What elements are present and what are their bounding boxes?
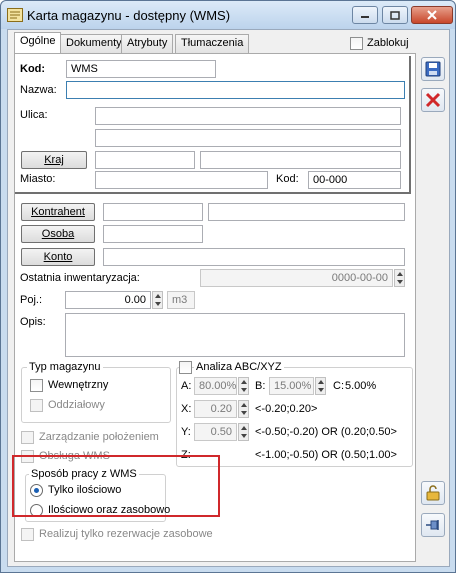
ulica-input-1[interactable] bbox=[95, 107, 401, 125]
zarzadzanie-label: Zarządzanie położeniem bbox=[39, 431, 159, 443]
kontrahent-button[interactable]: Kontrahent bbox=[21, 203, 95, 221]
abc-title: Analiza ABC/XYZ bbox=[194, 361, 284, 373]
abc-b-input[interactable]: 15.00% bbox=[269, 377, 314, 395]
abc-checkbox[interactable] bbox=[179, 361, 192, 374]
abc-x-input[interactable]: 0.20 bbox=[194, 400, 237, 418]
konto-button[interactable]: Konto bbox=[21, 248, 95, 266]
inwentaryzacja-label: Ostatnia inwentaryzacja: bbox=[20, 272, 140, 284]
close-button[interactable] bbox=[411, 6, 453, 24]
inwentaryzacja-input[interactable]: 0000-00-00 bbox=[200, 269, 393, 287]
window-title: Karta magazynu - dostępny (WMS) bbox=[27, 8, 231, 23]
abc-b-spinner[interactable] bbox=[315, 377, 326, 395]
kraj-code-input[interactable] bbox=[95, 151, 195, 169]
kod-pocztowy-label: Kod: bbox=[276, 173, 299, 185]
tab-atrybuty[interactable]: Atrybuty bbox=[121, 34, 174, 53]
lock-button[interactable] bbox=[421, 481, 445, 505]
poj-spinner[interactable] bbox=[152, 291, 163, 309]
kraj-name-input[interactable] bbox=[200, 151, 401, 169]
abc-x-range: <-0.20;0.20> bbox=[255, 403, 318, 415]
miasto-label: Miasto: bbox=[20, 173, 56, 185]
save-icon bbox=[425, 61, 441, 77]
abc-c-value: 5.00% bbox=[345, 380, 377, 392]
typ-magazynu-group: Typ magazynu Wewnętrzny Oddziałowy bbox=[21, 361, 171, 423]
abc-a-input[interactable]: 80.00% bbox=[194, 377, 237, 395]
maximize-button[interactable] bbox=[382, 6, 408, 24]
pin-icon bbox=[426, 520, 439, 530]
wewnetrzny-label: Wewnętrzny bbox=[48, 379, 109, 391]
kontrahent-code-input[interactable] bbox=[103, 203, 203, 221]
nazwa-input[interactable] bbox=[66, 81, 405, 99]
konto-input[interactable] bbox=[103, 248, 405, 266]
highlight-box bbox=[12, 455, 220, 517]
osoba-button[interactable]: Osoba bbox=[21, 225, 95, 243]
poj-unit: m3 bbox=[167, 291, 195, 309]
app-icon bbox=[7, 8, 23, 22]
oddzialowy-label: Oddziałowy bbox=[48, 399, 105, 411]
nazwa-label: Nazwa: bbox=[20, 84, 57, 96]
wewnetrzny-checkbox[interactable] bbox=[30, 379, 43, 392]
save-button[interactable] bbox=[421, 57, 445, 81]
zablokuj-label: Zablokuj bbox=[367, 37, 409, 49]
realizuj-checkbox[interactable] bbox=[21, 528, 34, 541]
cancel-button[interactable] bbox=[421, 88, 445, 112]
abc-y-label: Y: bbox=[181, 426, 191, 438]
abc-a-spinner[interactable] bbox=[238, 377, 249, 395]
ulica-input-2[interactable] bbox=[95, 129, 401, 147]
zarzadzanie-checkbox[interactable] bbox=[21, 431, 34, 444]
abc-y-input[interactable]: 0.50 bbox=[194, 423, 237, 441]
inwentaryzacja-spinner[interactable] bbox=[394, 269, 405, 287]
kod-pocztowy-input[interactable]: 00-000 bbox=[308, 171, 401, 189]
minimize-button[interactable] bbox=[352, 6, 378, 24]
tab-tlumaczenia[interactable]: Tłumaczenia bbox=[175, 34, 250, 53]
opis-textarea[interactable] bbox=[65, 313, 405, 357]
kod-label: Kod: bbox=[20, 63, 46, 75]
minimize-icon bbox=[361, 16, 369, 18]
kod-input[interactable]: WMS bbox=[66, 60, 216, 78]
opis-label: Opis: bbox=[20, 316, 46, 328]
abc-group: Analiza ABC/XYZ A: 80.00% B: 15.00% C: 5… bbox=[176, 361, 413, 467]
ulica-label: Ulica: bbox=[20, 109, 48, 121]
title-bar: Karta magazynu - dostępny (WMS) bbox=[1, 1, 455, 29]
abc-c-label: C: bbox=[333, 380, 344, 392]
pin-button[interactable] bbox=[421, 513, 445, 537]
miasto-input[interactable] bbox=[95, 171, 268, 189]
abc-z-range: <-1.00;-0.50) OR (0.50;1.00> bbox=[255, 449, 397, 461]
abc-b-label: B: bbox=[255, 380, 266, 392]
abc-x-label: X: bbox=[181, 403, 192, 415]
lock-icon bbox=[426, 485, 440, 501]
tab-dokumenty[interactable]: Dokumenty bbox=[60, 34, 128, 53]
osoba-input[interactable] bbox=[103, 225, 203, 243]
abc-y-spinner[interactable] bbox=[238, 423, 249, 441]
tab-ogolne[interactable]: Ogólne bbox=[14, 32, 62, 53]
abc-x-spinner[interactable] bbox=[238, 400, 249, 418]
close-icon bbox=[427, 10, 437, 20]
abc-y-range: <-0.50;-0.20) OR (0.20;0.50> bbox=[255, 426, 397, 438]
poj-label: Poj.: bbox=[20, 294, 43, 306]
cancel-icon bbox=[425, 92, 441, 108]
maximize-icon bbox=[390, 10, 400, 20]
kraj-button[interactable]: Kraj bbox=[21, 151, 87, 169]
kontrahent-name-input[interactable] bbox=[208, 203, 405, 221]
zablokuj-checkbox[interactable] bbox=[350, 37, 363, 50]
oddzialowy-checkbox[interactable] bbox=[30, 399, 43, 412]
poj-input[interactable]: 0.00 bbox=[65, 291, 151, 309]
abc-a-label: A: bbox=[181, 380, 192, 392]
realizuj-label: Realizuj tylko rezerwacje zasobowe bbox=[39, 528, 213, 540]
typ-magazynu-title: Typ magazynu bbox=[27, 361, 103, 373]
